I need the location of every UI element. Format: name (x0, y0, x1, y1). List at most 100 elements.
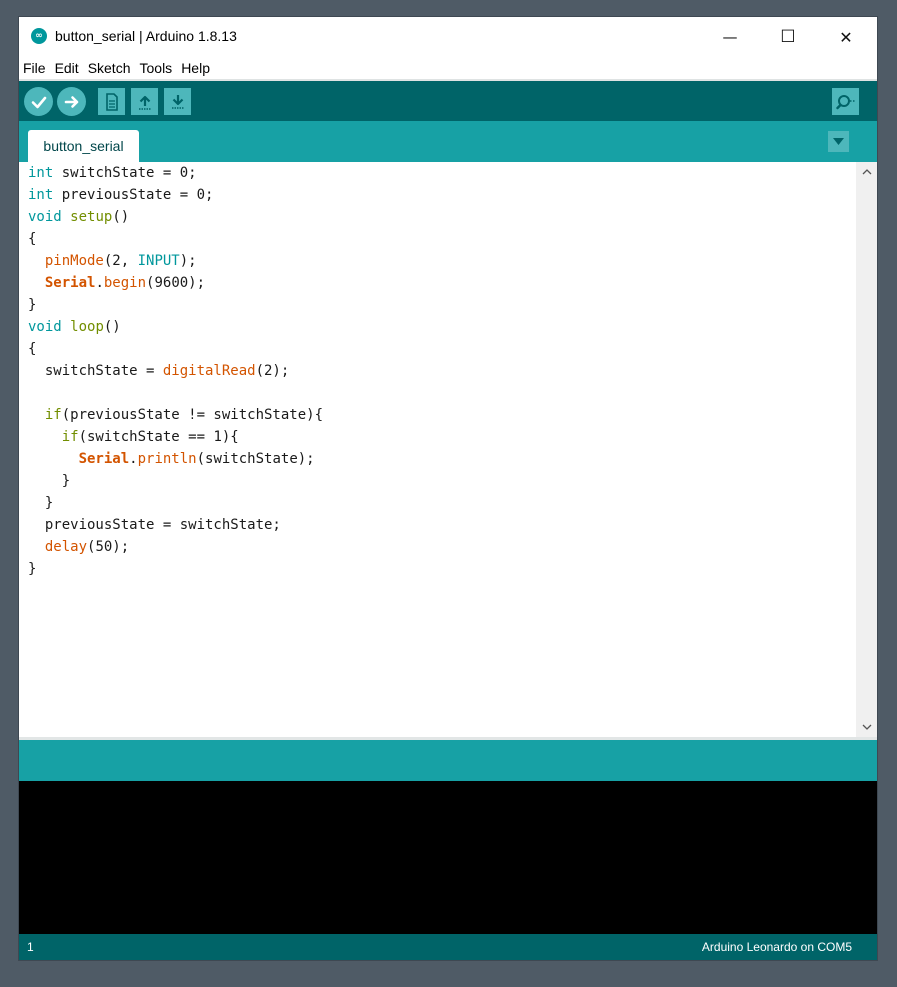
code-token: INPUT (137, 253, 180, 269)
code-editor[interactable]: int switchState = 0; int previousState = … (19, 162, 856, 737)
code-token: println (137, 451, 197, 467)
code-token: (50); (87, 539, 130, 555)
code-line: Serial.begin(9600); (19, 272, 856, 294)
new-file-icon (105, 92, 118, 111)
minimize-button[interactable]: — (701, 17, 759, 57)
code-token: void (28, 319, 62, 335)
scroll-down-arrow-icon[interactable] (856, 718, 877, 736)
save-sketch-button[interactable] (164, 88, 191, 115)
code-token: (switchState == 1){ (78, 429, 239, 445)
code-line: previousState = switchState; (19, 514, 856, 536)
code-line: if(previousState != switchState){ (19, 404, 856, 426)
code-token: ); (179, 253, 197, 269)
code-token: (switchState); (196, 451, 315, 467)
code-token: } (28, 297, 37, 313)
menu-bar: File Edit Sketch Tools Help (19, 57, 877, 79)
code-token: loop (70, 319, 104, 335)
code-line: int previousState = 0; (19, 184, 856, 206)
code-token: pinMode (44, 253, 104, 269)
code-line: { (19, 228, 856, 250)
close-button[interactable]: ✕ (817, 17, 875, 57)
code-token: delay (44, 539, 88, 555)
code-token: { (28, 231, 37, 247)
code-token: begin (103, 275, 147, 291)
code-token: setup (70, 209, 113, 225)
board-port-info: Arduino Leonardo on COM5 (701, 940, 852, 954)
maximize-button[interactable]: ☐ (759, 17, 817, 57)
window-title: button_serial | Arduino 1.8.13 (55, 28, 237, 44)
code-token: () (103, 319, 121, 335)
code-line: void setup() (19, 206, 856, 228)
editor-scrollbar[interactable] (856, 162, 877, 737)
code-line: int switchState = 0; (19, 162, 856, 184)
code-token: (9600); (146, 275, 206, 291)
code-line: void loop() (19, 316, 856, 338)
right-arrow-icon (64, 95, 78, 108)
magnifier-icon (835, 94, 854, 109)
new-sketch-button[interactable] (98, 88, 125, 115)
verify-button[interactable] (24, 87, 53, 116)
code-token: switchState = 0; (53, 165, 197, 181)
tab-button-serial[interactable]: button_serial (28, 130, 139, 162)
code-line: } (19, 492, 856, 514)
code-token: } (28, 561, 37, 577)
code-line: switchState = digitalRead(2); (19, 360, 856, 382)
checkmark-icon (31, 96, 46, 108)
code-token: switchState = (28, 363, 163, 379)
code-token: previousState = 0; (53, 187, 214, 203)
arduino-logo-icon: ∞ (31, 28, 47, 44)
chevron-down-icon (833, 138, 844, 145)
code-line: } (19, 294, 856, 316)
message-area (19, 740, 877, 781)
save-down-arrow-icon (171, 94, 184, 109)
arduino-window: ∞ button_serial | Arduino 1.8.13 — ☐ ✕ F… (19, 17, 877, 960)
code-line: pinMode(2, INPUT); (19, 250, 856, 272)
code-token: (2, (103, 253, 138, 269)
code-token: int (28, 187, 54, 203)
code-token: . (129, 451, 138, 467)
line-number: 1 (27, 940, 34, 954)
menu-tools[interactable]: Tools (140, 60, 173, 76)
code-token: { (28, 341, 37, 357)
toolbar (19, 81, 877, 121)
menu-file[interactable]: File (23, 60, 46, 76)
status-bar: 1 Arduino Leonardo on COM5 (19, 934, 877, 960)
code-line: delay(50); (19, 536, 856, 558)
code-token: (2); (255, 363, 290, 379)
code-token: } (28, 495, 54, 511)
menu-sketch[interactable]: Sketch (88, 60, 131, 76)
upload-button[interactable] (57, 87, 86, 116)
code-line: } (19, 470, 856, 492)
code-token: } (28, 473, 71, 489)
tab-menu-button[interactable] (828, 131, 849, 152)
code-token: . (95, 275, 104, 291)
serial-monitor-button[interactable] (832, 88, 859, 115)
code-token: if (61, 429, 79, 445)
code-token: () (112, 209, 130, 225)
scroll-up-arrow-icon[interactable] (856, 163, 877, 181)
code-line: if(switchState == 1){ (19, 426, 856, 448)
code-token: digitalRead (162, 363, 256, 379)
tab-bar: button_serial (19, 121, 877, 162)
code-line: Serial.println(switchState); (19, 448, 856, 470)
menu-edit[interactable]: Edit (55, 60, 79, 76)
code-line: } (19, 558, 856, 580)
open-sketch-button[interactable] (131, 88, 158, 115)
code-token: int (28, 165, 54, 181)
code-token: void (28, 209, 62, 225)
code-token: (previousState != switchState){ (61, 407, 324, 423)
code-token: Serial (44, 275, 96, 291)
code-token: previousState = switchState; (28, 517, 281, 533)
console-output[interactable] (19, 781, 877, 934)
menu-help[interactable]: Help (181, 60, 210, 76)
code-token: Serial (78, 451, 130, 467)
